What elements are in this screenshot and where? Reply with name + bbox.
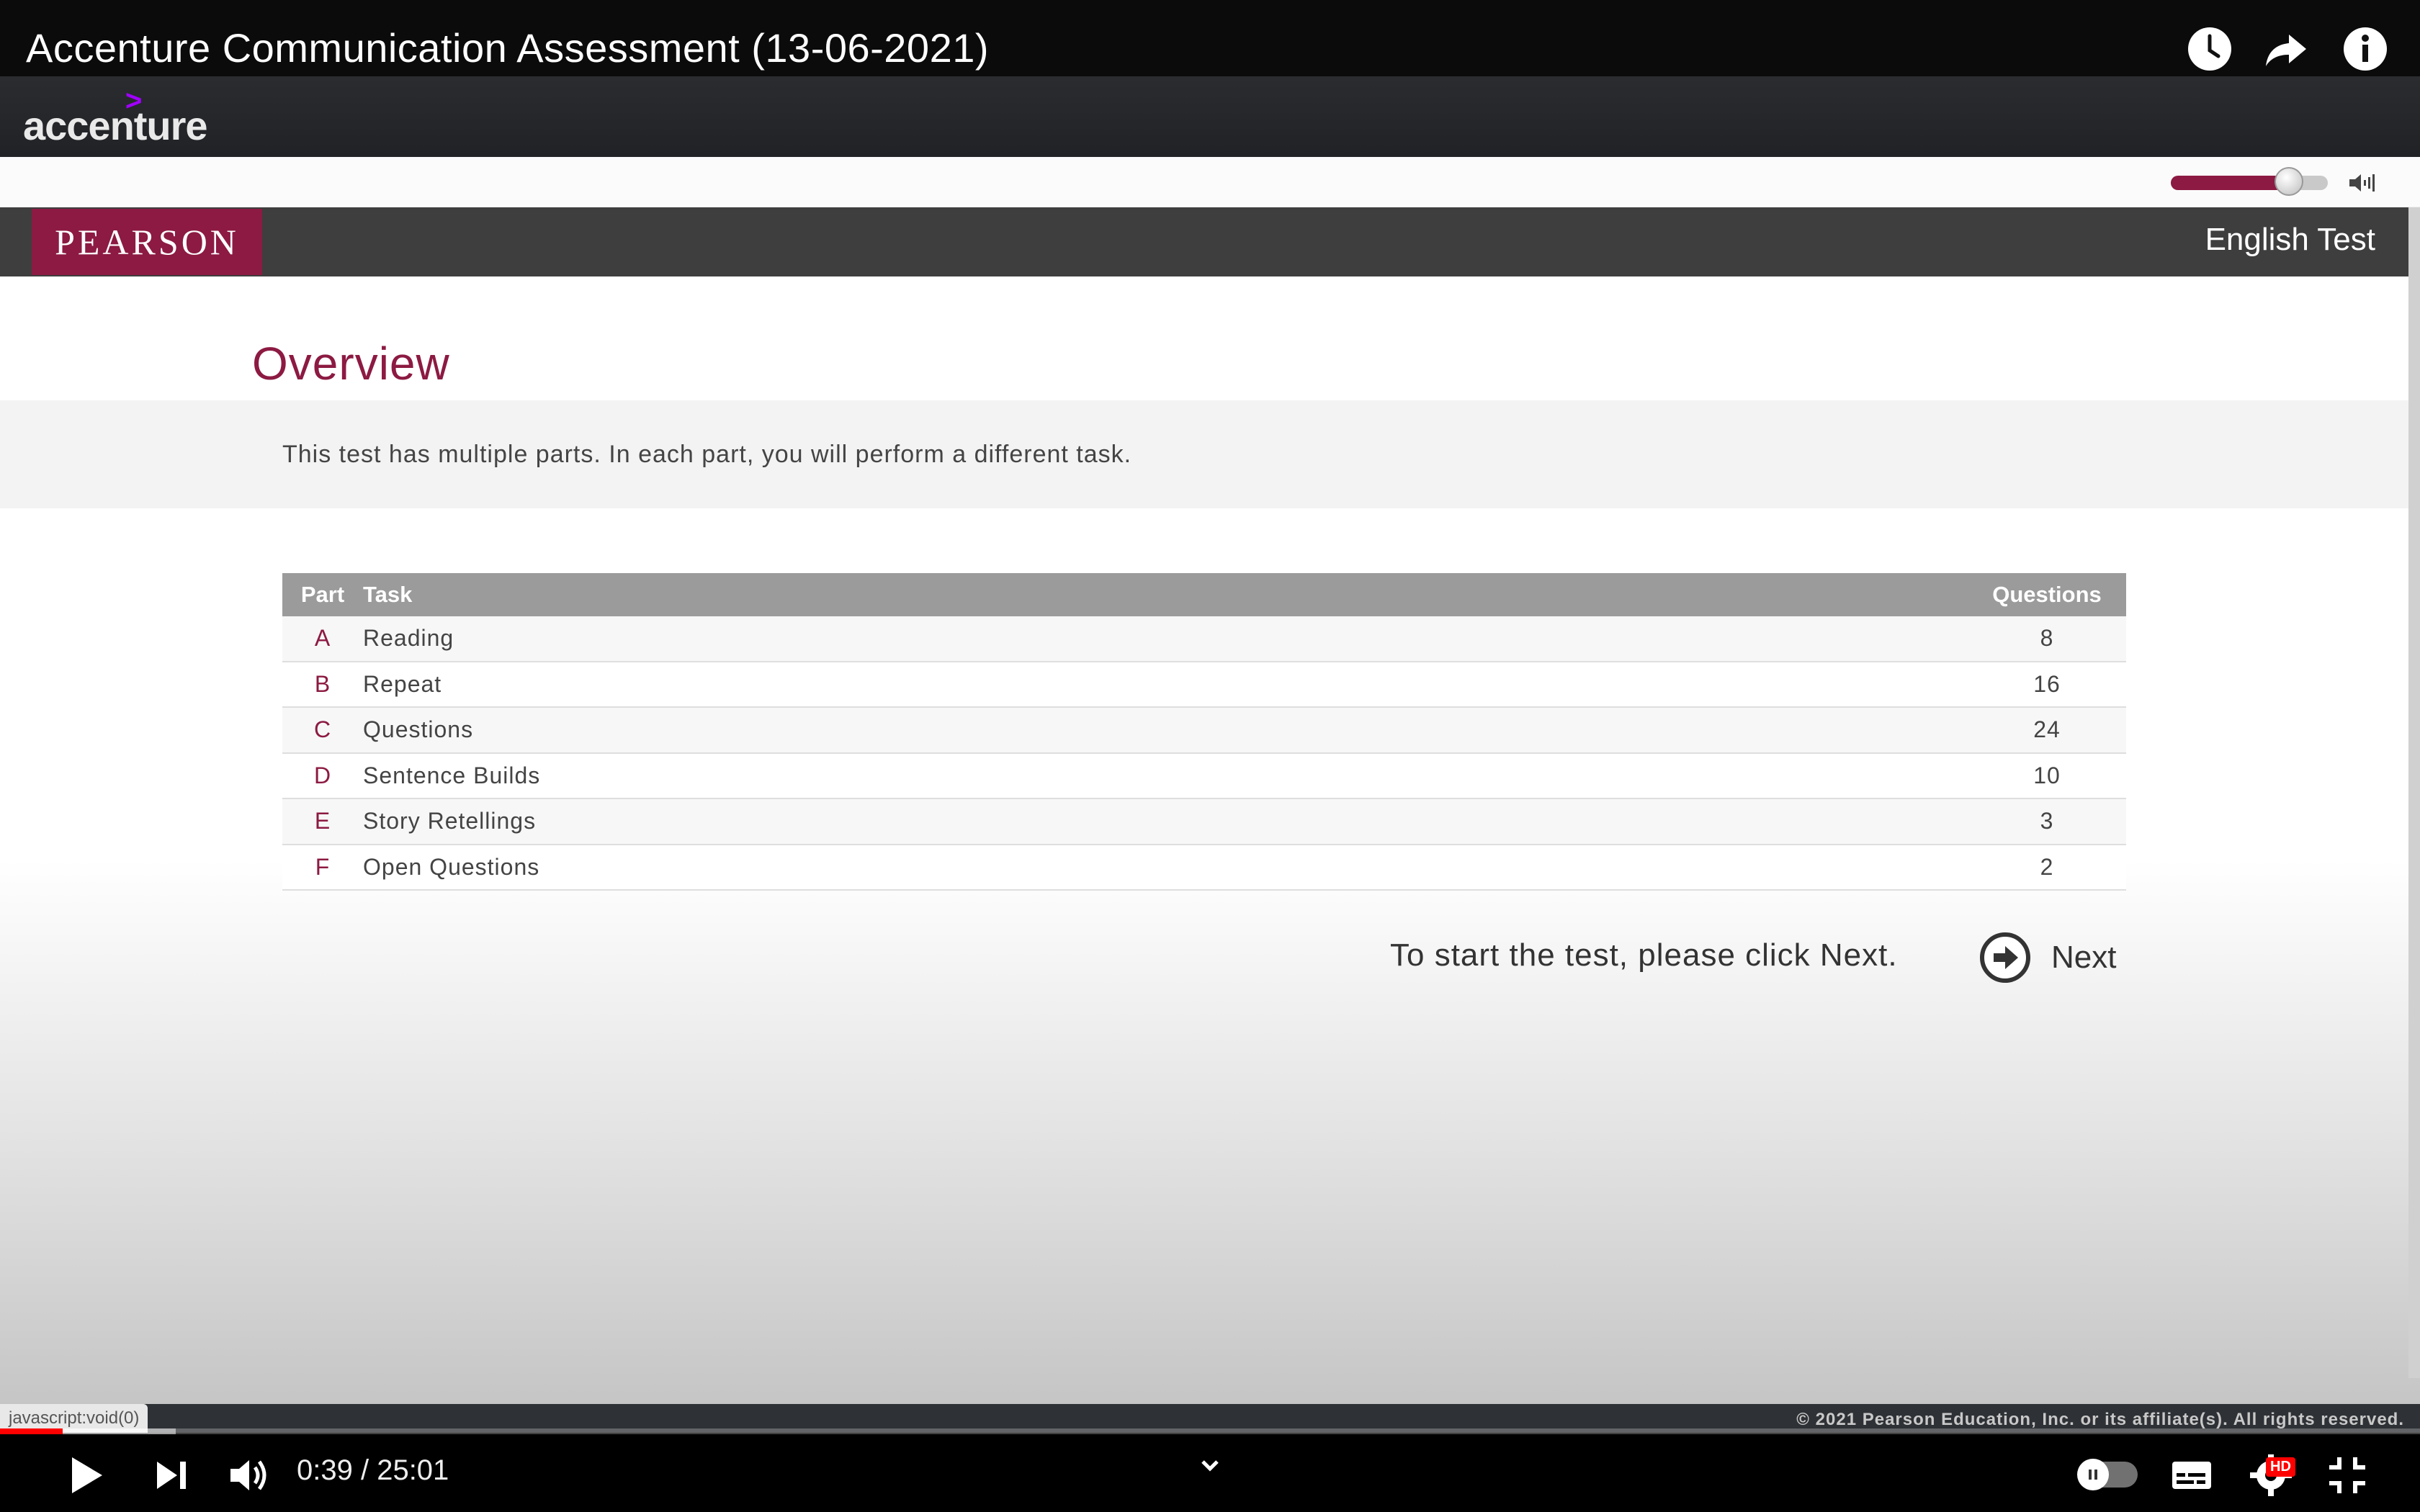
- part-cell: D: [313, 762, 332, 788]
- volume-icon[interactable]: [225, 1452, 272, 1499]
- part-cell: C: [313, 716, 332, 743]
- header-questions: Questions: [1992, 582, 2102, 607]
- autoplay-knob[interactable]: [2077, 1459, 2109, 1490]
- watch-later-icon[interactable]: [2185, 24, 2234, 73]
- play-icon[interactable]: [62, 1452, 109, 1499]
- header-task: Task: [363, 582, 413, 607]
- questions-cell: 24: [2033, 716, 2061, 743]
- accenture-header: accenture: [0, 76, 2420, 226]
- copyright-text: © 2021 Pearson Education, Inc. or its af…: [1796, 1410, 2404, 1429]
- subtitles-icon[interactable]: [2168, 1452, 2215, 1499]
- task-cell: Repeat: [363, 670, 442, 697]
- pause-icon: [2089, 1470, 2097, 1480]
- volume-thumb[interactable]: [2274, 167, 2303, 196]
- table-row: E Story Retellings 3: [282, 799, 2126, 845]
- task-cell: Reading: [363, 625, 454, 652]
- current-time: 0:39: [297, 1454, 353, 1486]
- volume-fill: [2171, 176, 2289, 190]
- next-button[interactable]: Next: [1979, 930, 2130, 985]
- volume-slider[interactable]: [2171, 176, 2328, 190]
- time-display: 0:39 / 25:01: [297, 1454, 449, 1487]
- table-row: F Open Questions 2: [282, 845, 2126, 891]
- accenture-caret-icon: >: [125, 85, 143, 117]
- arrow-right-circle-icon[interactable]: [1979, 932, 2031, 984]
- table-row: D Sentence Builds 10: [282, 753, 2126, 799]
- accenture-logo: accenture: [23, 103, 208, 148]
- questions-cell: 2: [2040, 853, 2054, 880]
- questions-cell: 3: [2040, 808, 2054, 834]
- hd-badge: HD: [2266, 1457, 2295, 1477]
- start-instruction: To start the test, please click Next.: [1390, 937, 1898, 973]
- pearson-header: [0, 207, 2408, 276]
- share-icon[interactable]: [2262, 24, 2311, 73]
- video-title-bar: Accenture Communication Assessment (13-0…: [0, 0, 2420, 76]
- intro-text: This test has multiple parts. In each pa…: [282, 441, 1132, 468]
- questions-cell: 10: [2033, 762, 2061, 788]
- seek-bar[interactable]: [0, 1428, 2420, 1434]
- table-row: B Repeat 16: [282, 662, 2126, 708]
- next-label[interactable]: Next: [2051, 940, 2116, 976]
- task-cell: Questions: [363, 716, 474, 743]
- video-frame[interactable]: accenture > PEARSON English Test Overvie…: [0, 0, 2420, 1433]
- header-part: Part: [300, 582, 345, 607]
- info-icon[interactable]: [2341, 24, 2390, 73]
- video-title[interactable]: Accenture Communication Assessment (13-0…: [26, 24, 989, 71]
- time-separator: /: [352, 1454, 377, 1486]
- questions-cell: 8: [2040, 625, 2054, 652]
- page-scrollbar[interactable]: [2408, 207, 2420, 1378]
- table-row: A Reading 8: [282, 616, 2126, 662]
- part-cell: A: [314, 625, 331, 652]
- volume-strip: [0, 157, 2420, 207]
- played-bar: [0, 1428, 63, 1434]
- task-cell: Open Questions: [363, 853, 540, 880]
- table-header: Part Task Questions: [282, 573, 2126, 616]
- questions-cell: 16: [2033, 670, 2061, 697]
- part-cell: E: [314, 808, 331, 834]
- task-table: Part Task Questions A Reading 8 B Repeat…: [282, 573, 2126, 891]
- total-time: 25:01: [377, 1454, 449, 1486]
- part-cell: B: [314, 670, 331, 697]
- table-row: C Questions 24: [282, 708, 2126, 754]
- chevron-down-icon[interactable]: [1196, 1452, 1224, 1480]
- pearson-logo: PEARSON: [32, 209, 262, 275]
- part-cell: F: [315, 853, 331, 880]
- next-video-icon[interactable]: [148, 1452, 196, 1499]
- speaker-icon[interactable]: [2348, 171, 2377, 194]
- exit-fullscreen-icon[interactable]: [2323, 1452, 2371, 1499]
- page-title: Overview: [252, 338, 450, 390]
- task-cell: Sentence Builds: [363, 762, 541, 788]
- product-name: English Test: [2205, 222, 2375, 257]
- task-cell: Story Retellings: [363, 808, 537, 834]
